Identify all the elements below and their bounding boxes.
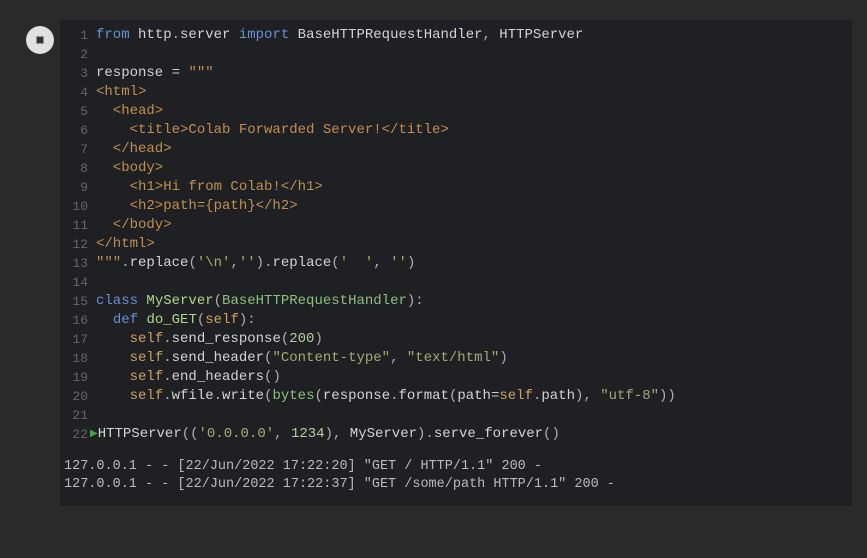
line-content[interactable]: """.replace('\n','').replace(' ', '') [96, 254, 852, 273]
line-content[interactable]: self.end_headers() [96, 368, 852, 387]
line-content[interactable] [96, 273, 852, 292]
line-content[interactable]: </html> [96, 235, 852, 254]
line-content[interactable]: HTTPServer(('0.0.0.0', 1234), MyServer).… [98, 425, 852, 444]
code-line[interactable]: 4<html> [60, 83, 852, 102]
line-number: 21 [60, 406, 96, 425]
line-content[interactable]: <h1>Hi from Colab!</h1> [96, 178, 852, 197]
line-content[interactable]: <body> [96, 159, 852, 178]
code-line[interactable]: 11 </body> [60, 216, 852, 235]
code-line[interactable]: 6 <title>Colab Forwarded Server!</title> [60, 121, 852, 140]
line-content[interactable]: <h2>path={path}</h2> [96, 197, 852, 216]
code-line[interactable]: 2 [60, 45, 852, 64]
code-line[interactable]: 18 self.send_header("Content-type", "tex… [60, 349, 852, 368]
code-line[interactable]: 16 def do_GET(self): [60, 311, 852, 330]
code-line[interactable]: 14 [60, 273, 852, 292]
output-line: 127.0.0.1 - - [22/Jun/2022 17:22:20] "GE… [64, 458, 852, 476]
code-line[interactable]: 8 <body> [60, 159, 852, 178]
line-number: 5 [60, 102, 96, 121]
line-content[interactable]: def do_GET(self): [96, 311, 852, 330]
code-line[interactable]: 15class MyServer(BaseHTTPRequestHandler)… [60, 292, 852, 311]
line-number: 10 [60, 197, 96, 216]
notebook-background [0, 506, 867, 536]
line-number: 2 [60, 45, 96, 64]
stop-icon [33, 33, 47, 47]
line-number: 3 [60, 64, 96, 83]
code-line[interactable]: 19 self.end_headers() [60, 368, 852, 387]
code-line[interactable]: 9 <h1>Hi from Colab!</h1> [60, 178, 852, 197]
line-content[interactable]: self.send_response(200) [96, 330, 852, 349]
code-line[interactable]: 20 self.wfile.write(bytes(response.forma… [60, 387, 852, 406]
run-cell-button[interactable] [26, 26, 54, 54]
cell-output: 127.0.0.1 - - [22/Jun/2022 17:22:20] "GE… [60, 450, 852, 506]
code-line[interactable]: 13""".replace('\n','').replace(' ', '') [60, 254, 852, 273]
line-number: 1 [60, 26, 96, 45]
line-number: 20 [60, 387, 96, 406]
line-number: 14 [60, 273, 96, 292]
line-content[interactable]: self.wfile.write(bytes(response.format(p… [96, 387, 852, 406]
cell-gutter [20, 20, 60, 450]
line-number: 18 [60, 349, 96, 368]
line-content[interactable]: <title>Colab Forwarded Server!</title> [96, 121, 852, 140]
line-content[interactable]: <head> [96, 102, 852, 121]
code-line[interactable]: 7 </head> [60, 140, 852, 159]
code-line[interactable]: 5 <head> [60, 102, 852, 121]
line-content[interactable] [96, 45, 852, 64]
line-content[interactable]: self.send_header("Content-type", "text/h… [96, 349, 852, 368]
line-number: 11 [60, 216, 96, 235]
code-line[interactable]: 22▶HTTPServer(('0.0.0.0', 1234), MyServe… [60, 425, 852, 444]
line-number: 17 [60, 330, 96, 349]
line-content[interactable] [96, 406, 852, 425]
line-content[interactable]: response = """ [96, 64, 852, 83]
code-line[interactable]: 10 <h2>path={path}</h2> [60, 197, 852, 216]
line-content[interactable]: <html> [96, 83, 852, 102]
line-number: 9 [60, 178, 96, 197]
line-number: 4 [60, 83, 96, 102]
execution-arrow-icon: ▶ [90, 425, 98, 444]
line-number: 13 [60, 254, 96, 273]
line-number: 15 [60, 292, 96, 311]
line-content[interactable]: from http.server import BaseHTTPRequestH… [96, 26, 852, 45]
code-editor[interactable]: 1from http.server import BaseHTTPRequest… [60, 20, 852, 450]
code-cell: 1from http.server import BaseHTTPRequest… [20, 20, 852, 450]
code-line[interactable]: 12</html> [60, 235, 852, 254]
line-content[interactable]: class MyServer(BaseHTTPRequestHandler): [96, 292, 852, 311]
line-content[interactable]: </body> [96, 216, 852, 235]
code-line[interactable]: 3response = """ [60, 64, 852, 83]
line-number: 8 [60, 159, 96, 178]
line-number: 19 [60, 368, 96, 387]
line-number: 16 [60, 311, 96, 330]
code-line[interactable]: 17 self.send_response(200) [60, 330, 852, 349]
code-line[interactable]: 21 [60, 406, 852, 425]
code-line[interactable]: 1from http.server import BaseHTTPRequest… [60, 26, 852, 45]
line-number: 6 [60, 121, 96, 140]
line-number: 7 [60, 140, 96, 159]
output-line: 127.0.0.1 - - [22/Jun/2022 17:22:37] "GE… [64, 476, 852, 494]
line-content[interactable]: </head> [96, 140, 852, 159]
line-number: 12 [60, 235, 96, 254]
